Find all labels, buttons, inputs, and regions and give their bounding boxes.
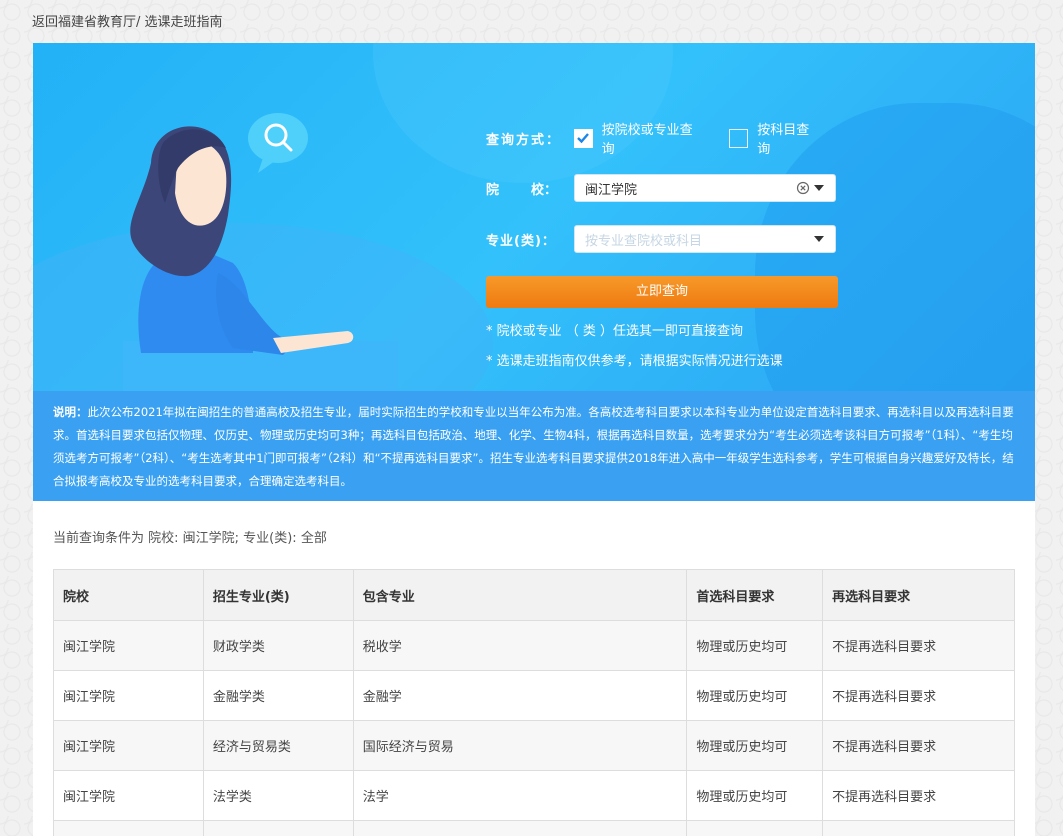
results-panel: 当前查询条件为 院校: 闽江学院; 专业(类): 全部 院校 招生专业(类) 包… — [33, 501, 1035, 836]
major-row: 专业(类)： 按专业查院校或科目 — [486, 224, 846, 254]
table-row — [53, 820, 1015, 836]
hint-text: * 选课走班指南仅供参考，请根据实际情况进行选课 — [486, 354, 783, 369]
school-value: 闽江学院 — [585, 182, 638, 198]
search-icon — [248, 113, 308, 173]
table-cell: 不提再选科目要求 — [822, 670, 1015, 721]
column-header-major-category: 招生专业(类) — [202, 569, 354, 621]
description-title: 说明： — [53, 405, 88, 419]
breadcrumb: 返回福建省教育厅/ 选课走班指南 — [32, 11, 223, 30]
table-cell: 金融学 — [352, 670, 688, 721]
table-cell — [822, 820, 1015, 836]
column-header-included-majors: 包含专业 — [352, 569, 688, 621]
table-cell: 物理或历史均可 — [686, 620, 824, 671]
column-header-first-subject: 首选科目要求 — [686, 569, 824, 621]
table-cell: 闽江学院 — [53, 720, 204, 771]
major-label: 专业(类)： — [486, 233, 556, 249]
table-row: 闽江学院 法学类 法学 物理或历史均可 不提再选科目要求 — [53, 770, 1015, 821]
hint-text: * 院校或专业 （ 类 ）任选其一即可直接查询 — [486, 324, 744, 339]
chevron-down-icon[interactable] — [813, 184, 825, 192]
option-by-school-major[interactable]: 按院校或专业查询 — [573, 119, 706, 157]
major-placeholder: 按专业查院校或科目 — [585, 233, 703, 249]
checkbox-unchecked[interactable] — [729, 128, 749, 148]
chevron-down-icon[interactable] — [813, 235, 825, 243]
option-label: 按科目查询 — [757, 123, 810, 157]
table-cell: 金融学类 — [202, 670, 354, 721]
breadcrumb-current: 选课走班指南 — [144, 15, 223, 30]
breadcrumb-back-link[interactable]: 返回福建省教育厅 — [32, 15, 136, 30]
table-row: 闽江学院 经济与贸易类 国际经济与贸易 物理或历史均可 不提再选科目要求 — [53, 720, 1015, 771]
table-cell: 不提再选科目要求 — [822, 720, 1015, 771]
major-select[interactable]: 按专业查院校或科目 — [574, 225, 836, 253]
woman-illustration — [123, 113, 398, 391]
clear-icon[interactable] — [796, 181, 810, 195]
check-icon — [577, 133, 590, 144]
table-cell: 法学类 — [202, 770, 354, 821]
table-row: 闽江学院 财政学类 税收学 物理或历史均可 不提再选科目要求 — [53, 620, 1015, 671]
table-cell — [352, 820, 688, 836]
table-header-row: 院校 招生专业(类) 包含专业 首选科目要求 再选科目要求 — [53, 569, 1015, 621]
table-cell — [686, 820, 824, 836]
option-label: 按院校或专业查询 — [601, 123, 693, 157]
table-cell — [202, 820, 354, 836]
column-header-second-subject: 再选科目要求 — [822, 569, 1015, 621]
school-select[interactable]: 闽江学院 — [574, 174, 836, 202]
option-by-subject[interactable]: 按科目查询 — [729, 119, 822, 157]
table-cell: 不提再选科目要求 — [822, 620, 1015, 671]
table-cell: 不提再选科目要求 — [822, 770, 1015, 821]
table-cell: 国际经济与贸易 — [352, 720, 688, 771]
school-row: 院校： 闽江学院 — [486, 173, 846, 203]
table-cell: 物理或历史均可 — [686, 770, 824, 821]
table-cell: 财政学类 — [202, 620, 354, 671]
breadcrumb-separator: / — [136, 15, 141, 30]
table-cell: 物理或历史均可 — [686, 720, 824, 771]
table-cell: 闽江学院 — [53, 770, 204, 821]
query-condition: 当前查询条件为 院校: 闽江学院; 专业(类): 全部 — [53, 531, 327, 546]
table-cell: 闽江学院 — [53, 620, 204, 671]
search-banner: 查询方式： 按院校或专业查询 按科目查询 院校： 闽江学院 专业(类)： 按专业… — [33, 43, 1035, 391]
search-button[interactable]: 立即查询 — [486, 276, 838, 308]
table-cell: 法学 — [352, 770, 688, 821]
column-header-school: 院校 — [53, 569, 204, 621]
table-cell: 物理或历史均可 — [686, 670, 824, 721]
description-panel: 说明：此次公布2021年拟在闽招生的普通高校及招生专业，届时实际招生的学校和专业… — [33, 391, 1035, 501]
results-table: 院校 招生专业(类) 包含专业 首选科目要求 再选科目要求 闽江学院 财政学类 … — [53, 569, 1015, 836]
description-text: 此次公布2021年拟在闽招生的普通高校及招生专业，届时实际招生的学校和专业以当年… — [53, 405, 1014, 488]
table-cell: 经济与贸易类 — [202, 720, 354, 771]
query-mode-label: 查询方式： — [486, 132, 562, 148]
checkbox-checked[interactable] — [573, 128, 593, 148]
table-row: 闽江学院 金融学类 金融学 物理或历史均可 不提再选科目要求 — [53, 670, 1015, 721]
table-cell: 闽江学院 — [53, 670, 204, 721]
query-mode-row: 查询方式： 按院校或专业查询 按科目查询 — [486, 123, 846, 157]
table-cell: 税收学 — [352, 620, 688, 671]
school-label: 院校： — [486, 182, 558, 198]
table-cell — [53, 820, 204, 836]
